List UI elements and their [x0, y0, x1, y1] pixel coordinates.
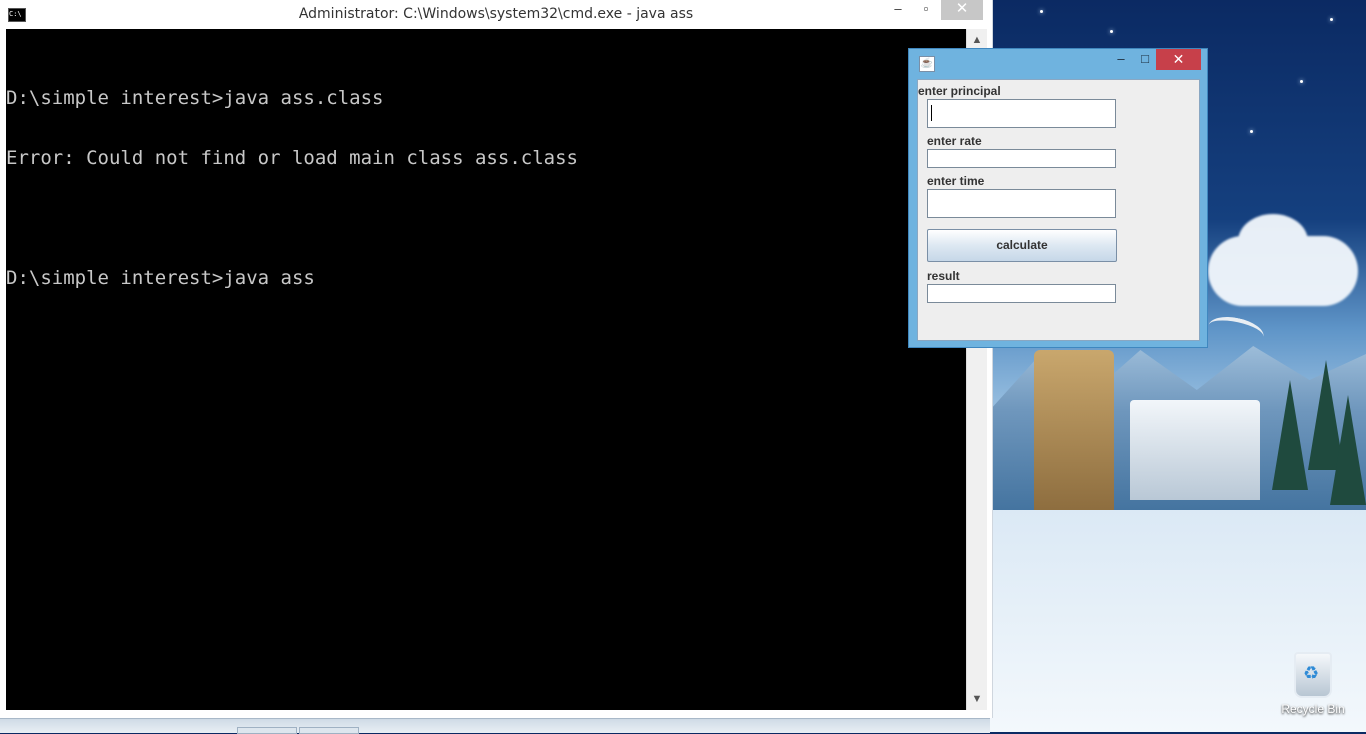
- calculate-button[interactable]: calculate: [927, 229, 1117, 262]
- text-caret: [931, 105, 932, 121]
- recycle-bin[interactable]: Recycle Bin: [1278, 652, 1348, 716]
- cmd-maximize-button[interactable]: ▫: [912, 0, 940, 20]
- rate-input[interactable]: [927, 149, 1116, 168]
- principal-input[interactable]: [927, 99, 1116, 128]
- cmd-titlebar[interactable]: C:\ Administrator: C:\Windows\system32\c…: [0, 0, 992, 28]
- scroll-up-arrow-icon[interactable]: ▲: [967, 31, 987, 49]
- time-input[interactable]: [927, 189, 1116, 218]
- console-line: D:\simple interest>java ass.class: [6, 87, 384, 109]
- java-content-pane: enter principal enter rate enter time ca…: [917, 79, 1200, 341]
- cmd-minimize-button[interactable]: –: [884, 0, 912, 20]
- taskbar-button[interactable]: [237, 727, 297, 734]
- taskbar-button[interactable]: [299, 727, 359, 734]
- console-line: Error: Could not find or load main class…: [6, 147, 578, 169]
- time-field[interactable]: [928, 190, 1115, 217]
- java-maximize-button[interactable]: □: [1133, 49, 1157, 70]
- taskbar-edge: [0, 718, 990, 733]
- cathedral-image: [1034, 350, 1114, 520]
- rate-field[interactable]: [928, 150, 1115, 168]
- principal-field[interactable]: [928, 100, 1115, 127]
- scroll-down-arrow-icon[interactable]: ▼: [967, 690, 987, 708]
- recycle-bin-label: Recycle Bin: [1281, 702, 1345, 716]
- cmd-close-button[interactable]: ✕: [941, 0, 983, 20]
- java-app-window[interactable]: ☕ – □ ✕ enter principal enter rate enter…: [908, 48, 1208, 348]
- console-line: D:\simple interest>java ass: [6, 267, 315, 289]
- cmd-window[interactable]: C:\ Administrator: C:\Windows\system32\c…: [0, 0, 993, 718]
- seagull-image: [1205, 312, 1267, 350]
- cmd-window-title: Administrator: C:\Windows\system32\cmd.e…: [298, 6, 694, 22]
- result-label: result: [927, 269, 960, 283]
- recycle-bin-icon: [1294, 652, 1332, 698]
- principal-label: enter principal: [918, 84, 1001, 98]
- rate-label: enter rate: [927, 134, 982, 148]
- java-titlebar[interactable]: ☕ – □ ✕: [909, 49, 1207, 73]
- java-coffee-icon[interactable]: ☕: [919, 56, 935, 72]
- result-output[interactable]: [927, 284, 1116, 303]
- result-field[interactable]: [928, 285, 1115, 303]
- castle-image: [1130, 400, 1260, 500]
- java-minimize-button[interactable]: –: [1109, 49, 1133, 70]
- console-output[interactable]: D:\simple interest>java ass.class Error:…: [6, 29, 966, 710]
- java-close-button[interactable]: ✕: [1156, 49, 1201, 70]
- time-label: enter time: [927, 174, 985, 188]
